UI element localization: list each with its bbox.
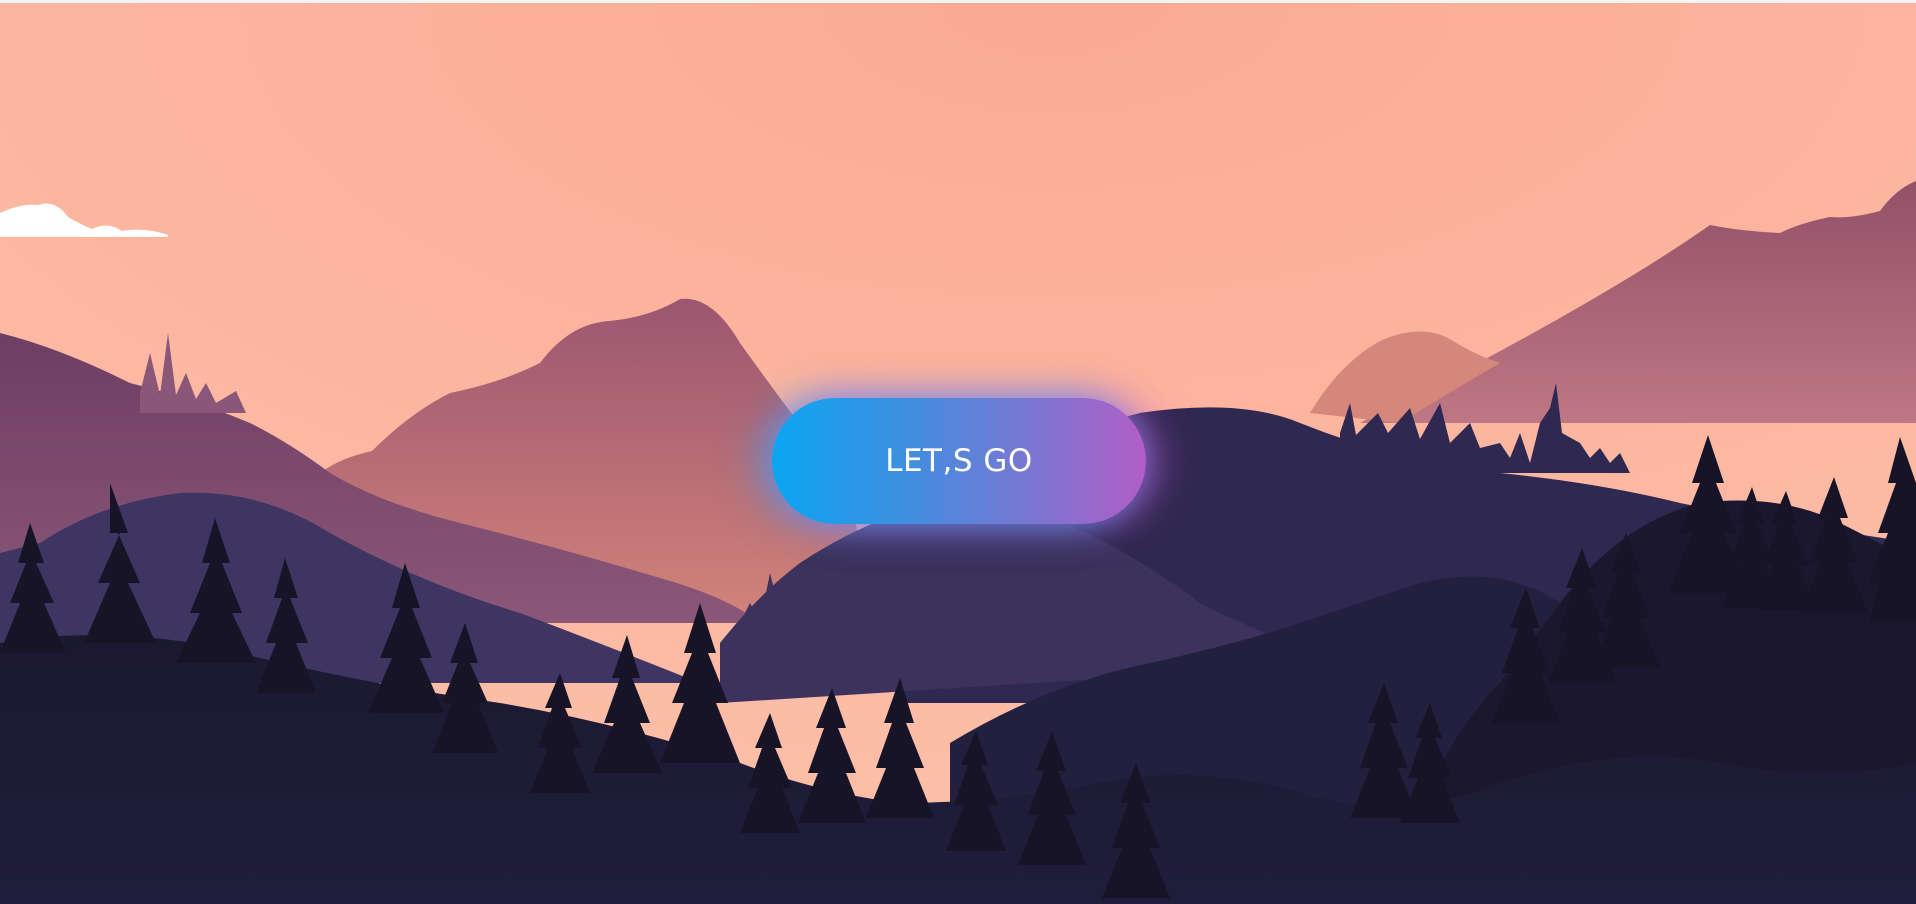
lets-go-button-label: LET,S GO xyxy=(885,442,1033,479)
lets-go-button[interactable]: LET,S GO xyxy=(772,398,1146,524)
landing-page: LET,S GO xyxy=(0,0,1916,904)
